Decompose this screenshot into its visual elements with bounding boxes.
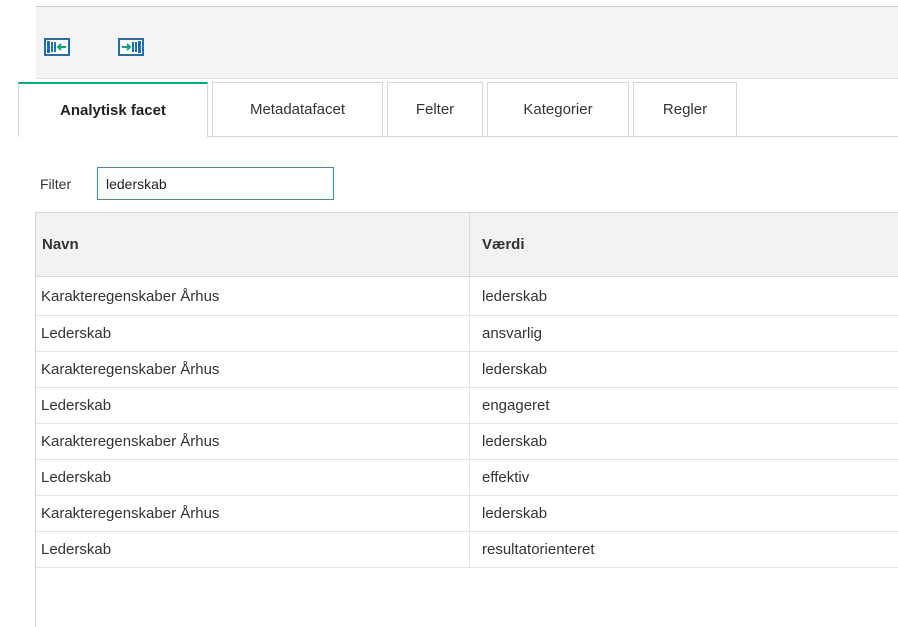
table-row[interactable]: Lederskab engageret [36, 388, 898, 424]
cell-navn: Karakteregenskaber Århus [41, 361, 220, 378]
toolbar-divider [36, 78, 898, 79]
column-header-vaerdi[interactable]: Værdi [482, 213, 525, 276]
cell-navn: Karakteregenskaber Århus [41, 505, 220, 522]
header-column-separator [469, 213, 470, 277]
cell-navn: Lederskab [41, 397, 112, 414]
expand-panel-button[interactable] [118, 36, 144, 58]
collapse-panel-left-icon [44, 36, 70, 58]
tab-kategorier[interactable]: Kategorier [487, 82, 629, 136]
cell-separator [469, 460, 470, 495]
table-row[interactable]: Karakteregenskaber Århus lederskab [36, 277, 898, 316]
tab-felter[interactable]: Felter [387, 82, 483, 136]
grid-body: Karakteregenskaber Århus lederskab Leder… [36, 277, 898, 568]
cell-navn: Lederskab [41, 541, 112, 558]
cell-separator [469, 388, 470, 423]
cell-navn: Lederskab [41, 469, 112, 486]
filter-input[interactable] [97, 167, 334, 200]
cell-vaerdi: ansvarlig [482, 325, 543, 342]
cell-vaerdi: effektiv [482, 469, 530, 486]
table-row[interactable]: Lederskab ansvarlig [36, 316, 898, 352]
cell-separator [469, 277, 470, 315]
cell-separator [469, 316, 470, 351]
expand-panel-right-icon [118, 36, 144, 58]
table-row[interactable]: Karakteregenskaber Århus lederskab [36, 496, 898, 532]
cell-separator [469, 532, 470, 567]
table-row[interactable]: Karakteregenskaber Århus lederskab [36, 424, 898, 460]
tab-analytisk-facet[interactable]: Analytisk facet [18, 82, 208, 137]
cell-vaerdi: lederskab [482, 287, 548, 305]
cell-navn: Lederskab [41, 325, 112, 342]
cell-navn: Karakteregenskaber Århus [41, 433, 220, 450]
cell-vaerdi: lederskab [482, 361, 548, 378]
cell-vaerdi: lederskab [482, 433, 548, 450]
cell-vaerdi: engageret [482, 397, 550, 414]
tab-metadatafacet[interactable]: Metadatafacet [212, 82, 383, 136]
filter-label: Filter [40, 176, 72, 192]
grid-header: Navn Værdi [36, 212, 898, 277]
cell-separator [469, 424, 470, 459]
cell-navn: Karakteregenskaber Århus [41, 287, 220, 305]
cell-vaerdi: lederskab [482, 505, 548, 522]
cell-vaerdi: resultatorienteret [482, 541, 595, 558]
table-row[interactable]: Lederskab effektiv [36, 460, 898, 496]
tab-regler[interactable]: Regler [633, 82, 737, 136]
table-row[interactable]: Karakteregenskaber Århus lederskab [36, 352, 898, 388]
cell-separator [469, 352, 470, 387]
toolbar [36, 7, 898, 79]
table-row[interactable]: Lederskab resultatorienteret [36, 532, 898, 568]
column-header-navn[interactable]: Navn [42, 213, 79, 276]
collapse-panel-button[interactable] [44, 36, 70, 58]
cell-separator [469, 496, 470, 531]
